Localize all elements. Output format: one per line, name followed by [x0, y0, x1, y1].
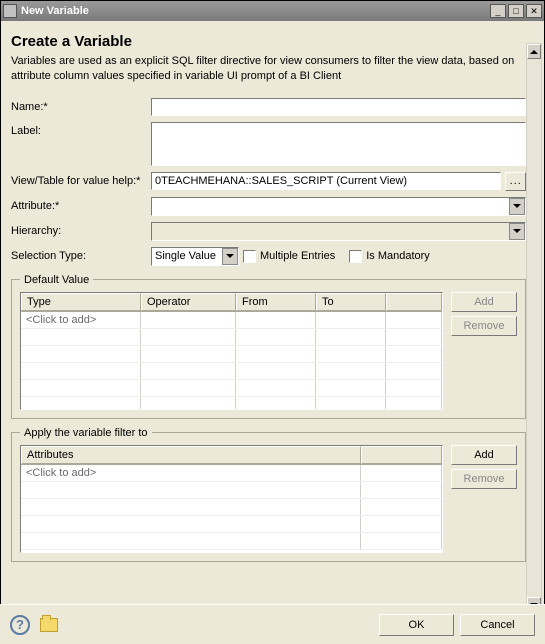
checkbox-icon — [349, 250, 362, 263]
maximize-button[interactable]: □ — [508, 4, 524, 18]
vertical-scrollbar[interactable] — [526, 43, 542, 613]
is-mandatory-label: Is Mandatory — [366, 250, 430, 262]
window-title: New Variable — [21, 5, 488, 17]
page-description: Variables are used as an explicit SQL fi… — [11, 54, 526, 84]
col-operator: Operator — [141, 293, 236, 311]
dialog-footer: ? OK Cancel — [0, 604, 545, 644]
viewtable-browse-button[interactable]: ... — [505, 172, 526, 191]
close-button[interactable]: ✕ — [526, 4, 542, 18]
col-from: From — [236, 293, 316, 311]
chevron-down-icon — [509, 223, 525, 240]
name-label: Name:* — [11, 98, 151, 113]
page-heading: Create a Variable — [11, 33, 526, 50]
selection-type-value: Single Value — [155, 250, 216, 262]
apply-filter-group: Apply the variable filter to Attributes … — [11, 427, 526, 562]
apply-filter-grid[interactable]: Attributes <Click to add> — [20, 445, 443, 553]
app-icon — [3, 4, 17, 18]
selection-type-select[interactable]: Single Value — [151, 247, 239, 266]
help-icon[interactable]: ? — [10, 615, 30, 635]
col-blank — [386, 293, 442, 311]
selection-type-label: Selection Type: — [11, 247, 151, 262]
viewtable-input[interactable] — [151, 172, 501, 190]
default-value-legend: Default Value — [20, 274, 93, 286]
col-type: Type — [21, 293, 141, 311]
apply-filter-legend: Apply the variable filter to — [20, 427, 152, 439]
attribute-label: Attribute:* — [11, 197, 151, 212]
click-to-add[interactable]: <Click to add> — [21, 312, 141, 328]
hierarchy-label: Hierarchy: — [11, 222, 151, 237]
default-value-group: Default Value Type Operator From To <Cli… — [11, 274, 526, 419]
default-remove-button[interactable]: Remove — [451, 316, 517, 336]
minimize-button[interactable]: _ — [490, 4, 506, 18]
default-value-grid[interactable]: Type Operator From To <Click to add> — [20, 292, 443, 410]
scroll-up-button[interactable] — [527, 44, 541, 59]
filter-add-button[interactable]: Add — [451, 445, 517, 465]
col-attributes: Attributes — [21, 446, 361, 464]
title-bar: New Variable _ □ ✕ — [1, 1, 544, 21]
viewtable-label: View/Table for value help:* — [11, 172, 151, 187]
attribute-select[interactable] — [151, 197, 526, 216]
checkbox-icon — [243, 250, 256, 263]
chevron-down-icon — [509, 198, 525, 215]
ok-button[interactable]: OK — [379, 614, 454, 636]
multiple-entries-checkbox[interactable]: Multiple Entries — [243, 250, 335, 263]
default-add-button[interactable]: Add — [451, 292, 517, 312]
col-to: To — [316, 293, 386, 311]
table-row[interactable]: <Click to add> — [21, 312, 442, 329]
label-label: Label: — [11, 122, 151, 137]
cancel-button[interactable]: Cancel — [460, 614, 535, 636]
click-to-add[interactable]: <Click to add> — [21, 465, 361, 481]
name-input[interactable] — [151, 98, 526, 116]
is-mandatory-checkbox[interactable]: Is Mandatory — [349, 250, 430, 263]
chevron-down-icon — [222, 248, 238, 265]
folder-icon[interactable] — [40, 618, 58, 632]
hierarchy-select[interactable] — [151, 222, 526, 241]
col-blank — [361, 446, 442, 464]
multiple-entries-label: Multiple Entries — [260, 250, 335, 262]
filter-remove-button[interactable]: Remove — [451, 469, 517, 489]
table-row[interactable]: <Click to add> — [21, 465, 442, 482]
label-textarea[interactable] — [151, 122, 526, 166]
